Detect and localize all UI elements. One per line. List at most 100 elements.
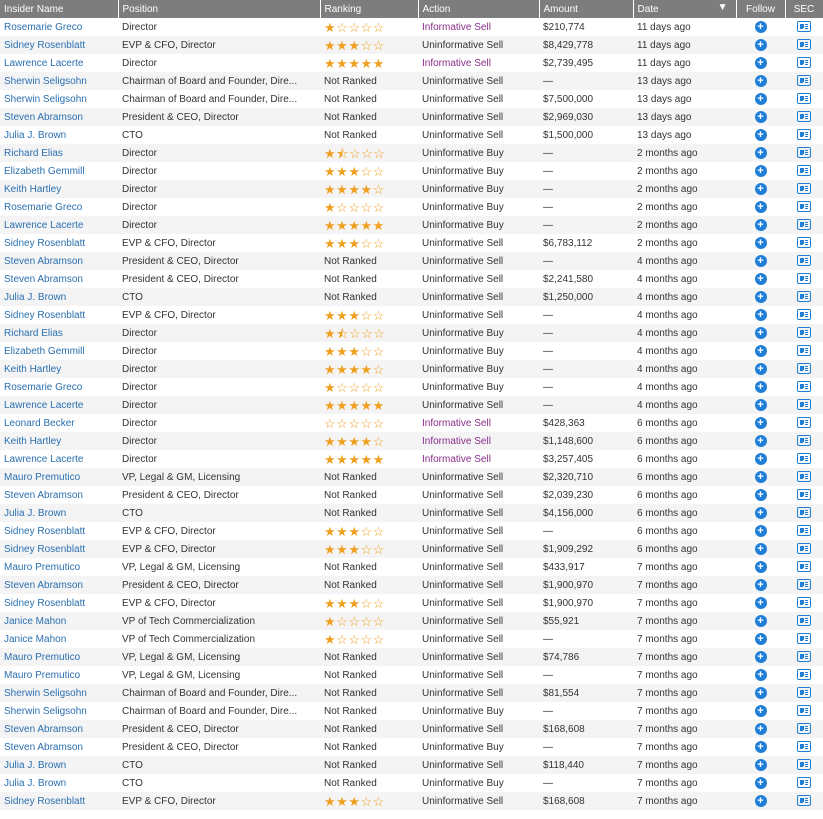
document-icon[interactable] xyxy=(797,75,811,87)
insider-name-link[interactable]: Mauro Premutico xyxy=(0,468,118,486)
insider-name-link[interactable]: Steven Abramson xyxy=(0,576,118,594)
document-icon[interactable] xyxy=(797,255,811,267)
insider-name-link[interactable]: Julia J. Brown xyxy=(0,126,118,144)
insider-name-link[interactable]: Sherwin Seligsohn xyxy=(0,702,118,720)
plus-circle-icon[interactable]: + xyxy=(754,632,767,645)
document-icon[interactable] xyxy=(797,399,811,411)
insider-name-link[interactable]: Mauro Premutico xyxy=(0,558,118,576)
plus-circle-icon[interactable]: + xyxy=(754,56,767,69)
plus-circle-icon[interactable]: + xyxy=(754,362,767,375)
plus-circle-icon[interactable]: + xyxy=(754,272,767,285)
document-icon[interactable] xyxy=(797,201,811,213)
insider-name-link[interactable]: Leonard Becker xyxy=(0,414,118,432)
document-icon[interactable] xyxy=(797,291,811,303)
document-icon[interactable] xyxy=(797,21,811,33)
insider-name-link[interactable]: Richard Elias xyxy=(0,324,118,342)
plus-circle-icon[interactable]: + xyxy=(754,488,767,501)
plus-circle-icon[interactable]: + xyxy=(754,794,767,807)
document-icon[interactable] xyxy=(797,561,811,573)
document-icon[interactable] xyxy=(797,471,811,483)
document-icon[interactable] xyxy=(797,525,811,537)
plus-circle-icon[interactable]: + xyxy=(754,38,767,51)
insider-name-link[interactable]: Julia J. Brown xyxy=(0,774,118,792)
insider-name-link[interactable]: Sherwin Seligsohn xyxy=(0,72,118,90)
insider-name-link[interactable]: Sidney Rosenblatt xyxy=(0,594,118,612)
document-icon[interactable] xyxy=(797,273,811,285)
plus-circle-icon[interactable]: + xyxy=(754,146,767,159)
insider-name-link[interactable]: Keith Hartley xyxy=(0,432,118,450)
insider-name-link[interactable]: Steven Abramson xyxy=(0,270,118,288)
document-icon[interactable] xyxy=(797,309,811,321)
document-icon[interactable] xyxy=(797,129,811,141)
document-icon[interactable] xyxy=(797,417,811,429)
document-icon[interactable] xyxy=(797,93,811,105)
document-icon[interactable] xyxy=(797,327,811,339)
plus-circle-icon[interactable]: + xyxy=(754,704,767,717)
insider-name-link[interactable]: Richard Elias xyxy=(0,144,118,162)
insider-name-link[interactable]: Julia J. Brown xyxy=(0,504,118,522)
header-date[interactable]: Date ▼ xyxy=(633,0,737,18)
document-icon[interactable] xyxy=(797,705,811,717)
header-amount[interactable]: Amount xyxy=(539,0,634,18)
document-icon[interactable] xyxy=(797,759,811,771)
plus-circle-icon[interactable]: + xyxy=(754,614,767,627)
plus-circle-icon[interactable]: + xyxy=(754,92,767,105)
insider-name-link[interactable]: Keith Hartley xyxy=(0,180,118,198)
insider-name-link[interactable]: Julia J. Brown xyxy=(0,288,118,306)
document-icon[interactable] xyxy=(797,363,811,375)
document-icon[interactable] xyxy=(797,543,811,555)
insider-name-link[interactable]: Sidney Rosenblatt xyxy=(0,234,118,252)
document-icon[interactable] xyxy=(797,147,811,159)
plus-circle-icon[interactable]: + xyxy=(754,650,767,663)
document-icon[interactable] xyxy=(797,237,811,249)
document-icon[interactable] xyxy=(797,345,811,357)
plus-circle-icon[interactable]: + xyxy=(754,452,767,465)
document-icon[interactable] xyxy=(797,777,811,789)
plus-circle-icon[interactable]: + xyxy=(754,200,767,213)
document-icon[interactable] xyxy=(797,723,811,735)
document-icon[interactable] xyxy=(797,165,811,177)
plus-circle-icon[interactable]: + xyxy=(754,434,767,447)
document-icon[interactable] xyxy=(797,687,811,699)
plus-circle-icon[interactable]: + xyxy=(754,524,767,537)
plus-circle-icon[interactable]: + xyxy=(754,380,767,393)
plus-circle-icon[interactable]: + xyxy=(754,308,767,321)
plus-circle-icon[interactable]: + xyxy=(754,398,767,411)
insider-name-link[interactable]: Sherwin Seligsohn xyxy=(0,90,118,108)
plus-circle-icon[interactable]: + xyxy=(754,182,767,195)
document-icon[interactable] xyxy=(797,111,811,123)
insider-name-link[interactable]: Rosemarie Greco xyxy=(0,198,118,216)
document-icon[interactable] xyxy=(797,615,811,627)
insider-name-link[interactable]: Sidney Rosenblatt xyxy=(0,792,118,810)
plus-circle-icon[interactable]: + xyxy=(754,20,767,33)
document-icon[interactable] xyxy=(797,795,811,807)
document-icon[interactable] xyxy=(797,741,811,753)
plus-circle-icon[interactable]: + xyxy=(754,542,767,555)
document-icon[interactable] xyxy=(797,651,811,663)
plus-circle-icon[interactable]: + xyxy=(754,290,767,303)
header-action[interactable]: Action xyxy=(418,0,540,18)
document-icon[interactable] xyxy=(797,489,811,501)
plus-circle-icon[interactable]: + xyxy=(754,596,767,609)
plus-circle-icon[interactable]: + xyxy=(754,218,767,231)
plus-circle-icon[interactable]: + xyxy=(754,722,767,735)
insider-name-link[interactable]: Mauro Premutico xyxy=(0,666,118,684)
document-icon[interactable] xyxy=(797,597,811,609)
header-insider-name[interactable]: Insider Name xyxy=(0,0,119,18)
document-icon[interactable] xyxy=(797,669,811,681)
document-icon[interactable] xyxy=(797,183,811,195)
document-icon[interactable] xyxy=(797,453,811,465)
insider-name-link[interactable]: Sidney Rosenblatt xyxy=(0,522,118,540)
document-icon[interactable] xyxy=(797,507,811,519)
plus-circle-icon[interactable]: + xyxy=(754,110,767,123)
plus-circle-icon[interactable]: + xyxy=(754,560,767,573)
insider-name-link[interactable]: Rosemarie Greco xyxy=(0,378,118,396)
plus-circle-icon[interactable]: + xyxy=(754,254,767,267)
insider-name-link[interactable]: Rosemarie Greco xyxy=(0,18,118,36)
plus-circle-icon[interactable]: + xyxy=(754,236,767,249)
insider-name-link[interactable]: Keith Hartley xyxy=(0,360,118,378)
insider-name-link[interactable]: Janice Mahon xyxy=(0,612,118,630)
insider-name-link[interactable]: Lawrence Lacerte xyxy=(0,216,118,234)
plus-circle-icon[interactable]: + xyxy=(754,326,767,339)
plus-circle-icon[interactable]: + xyxy=(754,776,767,789)
